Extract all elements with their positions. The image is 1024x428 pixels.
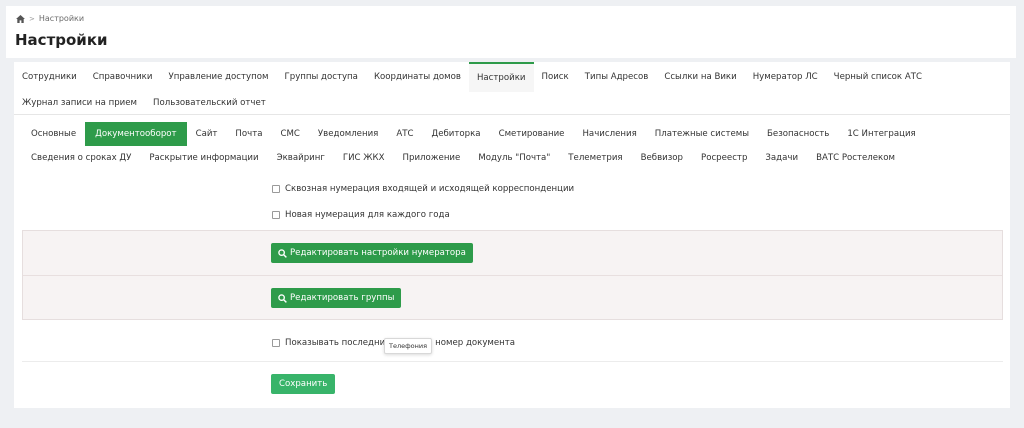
breadcrumb: > Настройки — [16, 14, 84, 23]
sub-tab-row2-10[interactable]: ВАТС Ростелеком — [807, 146, 904, 170]
sub-tab-12[interactable]: 1С Интеграция — [838, 122, 924, 146]
main-tab-9[interactable]: Нумератор ЛС — [745, 62, 826, 92]
sub-tab-2[interactable]: Сайт — [187, 122, 227, 146]
footer-divider — [22, 361, 1003, 362]
through-numbering-option[interactable]: Сквозная нумерация входящей и исходящей … — [272, 184, 574, 194]
main-tab-7[interactable]: Типы Адресов — [577, 62, 657, 92]
main-tab-3[interactable]: Группы доступа — [277, 62, 366, 92]
edit-numerator-button[interactable]: Редактировать настройки нумератора — [271, 243, 473, 263]
main-tabs-row-2: Журнал записи на прием Пользовательский о… — [14, 92, 274, 114]
main-tab-row2-1[interactable]: Пользовательский отчет — [145, 92, 274, 114]
show-last-number-label-start: Показывать последни — [285, 338, 386, 348]
page-title: Настройки — [15, 31, 108, 49]
settings-panel: Сотрудники Справочники Управление доступом… — [14, 62, 1010, 408]
main-tab-10[interactable]: Черный список АТС — [826, 62, 930, 92]
main-tab-5[interactable]: Настройки — [468, 62, 534, 92]
sub-tab-11[interactable]: Безопасность — [758, 122, 838, 146]
sub-tab-8[interactable]: Сметирование — [490, 122, 574, 146]
sub-tabs-row-2: Сведения о сроках ДУ Раскрытие информации… — [22, 146, 904, 170]
sub-tab-row2-3[interactable]: ГИС ЖКХ — [334, 146, 394, 170]
tooltip: Телефония — [384, 338, 433, 354]
sub-tabs-row-1: Основные Документооборот Сайт Почта СМС Уведо… — [22, 122, 925, 146]
show-last-number-label-end: ий номер документа — [421, 338, 516, 348]
edit-numerator-label: Редактировать настройки нумератора — [290, 248, 466, 258]
home-icon[interactable] — [16, 14, 25, 23]
sub-tab-5[interactable]: Уведомления — [309, 122, 387, 146]
main-tab-0[interactable]: Сотрудники — [14, 62, 85, 92]
sub-tab-row2-4[interactable]: Приложение — [394, 146, 470, 170]
edit-groups-button[interactable]: Редактировать группы — [271, 288, 402, 308]
main-tabs-divider — [14, 114, 1010, 115]
main-tab-6[interactable]: Поиск — [534, 62, 577, 92]
through-numbering-label: Сквозная нумерация входящей и исходящей … — [285, 184, 575, 194]
edit-groups-label: Редактировать группы — [290, 293, 395, 303]
section-divider — [23, 275, 1002, 276]
new-numbering-option[interactable]: Новая нумерация для каждого года — [272, 210, 450, 220]
breadcrumb-current: Настройки — [38, 14, 85, 23]
new-numbering-label: Новая нумерация для каждого года — [285, 210, 450, 220]
save-button[interactable]: Сохранить — [271, 374, 336, 394]
show-last-number-checkbox[interactable] — [272, 339, 280, 347]
sub-tab-9[interactable]: Начисления — [573, 122, 645, 146]
new-numbering-checkbox[interactable] — [272, 211, 280, 219]
sub-tab-row2-5[interactable]: Модуль "Почта" — [469, 146, 559, 170]
sub-tab-0[interactable]: Основные — [22, 122, 85, 146]
sub-tab-1[interactable]: Документооборот — [85, 122, 187, 146]
sub-tab-row2-6[interactable]: Телеметрия — [559, 146, 631, 170]
main-tab-1[interactable]: Справочники — [85, 62, 161, 92]
search-icon — [278, 293, 287, 303]
save-label: Сохранить — [279, 379, 328, 389]
through-numbering-checkbox[interactable] — [272, 185, 280, 193]
sub-tab-row2-8[interactable]: Росреестр — [692, 146, 756, 170]
sub-tab-row2-0[interactable]: Сведения о сроках ДУ — [22, 146, 140, 170]
main-tabs-row-1: Сотрудники Справочники Управление доступом… — [14, 62, 930, 92]
sub-tab-3[interactable]: Почта — [226, 122, 271, 146]
sub-tab-row2-2[interactable]: Эквайринг — [268, 146, 334, 170]
breadcrumb-separator: > — [29, 14, 35, 23]
page-header: > Настройки Настройки — [6, 6, 1016, 58]
sub-tab-row2-9[interactable]: Задачи — [756, 146, 807, 170]
sub-tab-4[interactable]: СМС — [272, 122, 309, 146]
sub-tab-row2-7[interactable]: Вебвизор — [632, 146, 692, 170]
main-tab-4[interactable]: Координаты домов — [366, 62, 469, 92]
main-tab-8[interactable]: Ссылки на Вики — [656, 62, 744, 92]
numerator-section — [22, 230, 1003, 320]
sub-tab-row2-1[interactable]: Раскрытие информации — [140, 146, 267, 170]
sub-tab-10[interactable]: Платежные системы — [646, 122, 758, 146]
main-tab-2[interactable]: Управление доступом — [160, 62, 276, 92]
main-tab-row2-0[interactable]: Журнал записи на прием — [14, 92, 145, 114]
sub-tab-6[interactable]: АТС — [387, 122, 422, 146]
sub-tab-7[interactable]: Дебиторка — [423, 122, 490, 146]
search-icon — [278, 248, 287, 258]
